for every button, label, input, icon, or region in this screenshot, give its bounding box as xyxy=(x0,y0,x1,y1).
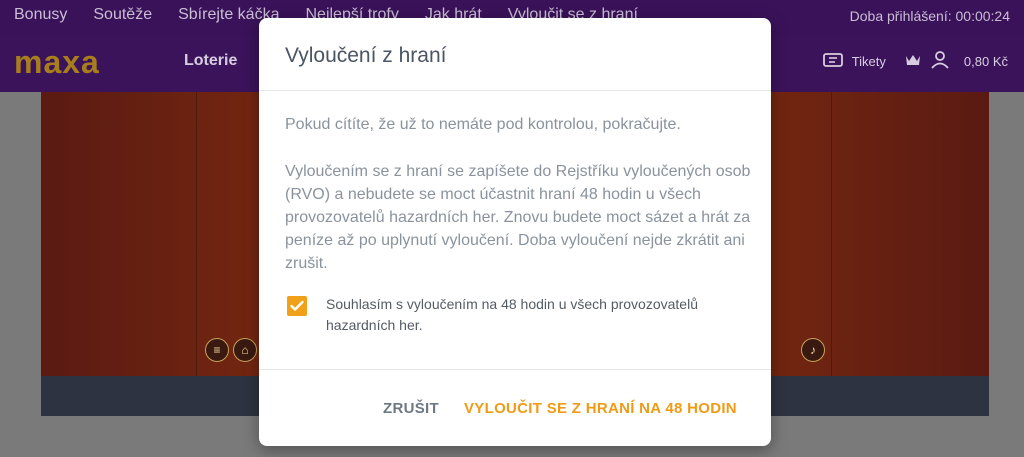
exclusion-dialog: Vyloučení z hraní Pokud cítíte, že už to… xyxy=(259,18,771,446)
game-divider xyxy=(196,92,197,376)
crown-icon[interactable] xyxy=(904,52,922,71)
ticket-icon[interactable] xyxy=(822,51,844,72)
login-time: Doba přihlášení: 00:00:24 xyxy=(849,8,1010,24)
logo[interactable]: maxa xyxy=(14,44,100,81)
user-icon[interactable] xyxy=(930,51,950,72)
dialog-footer-divider xyxy=(259,369,771,370)
confirm-exclusion-button[interactable]: VYLOUČIT SE Z HRANÍ NA 48 HODIN xyxy=(464,400,737,417)
header-tools: Tikety 0,80 Kč xyxy=(822,51,1008,72)
game-divider xyxy=(831,92,832,376)
menu-item-loterie[interactable]: Loterie xyxy=(184,52,237,70)
balance: 0,80 Kč xyxy=(963,54,1008,69)
dialog-intro-text: Pokud cítíte, že už to nemáte pod kontro… xyxy=(285,116,681,133)
game-menu-icon[interactable]: ≡ xyxy=(205,338,229,362)
dialog-divider xyxy=(259,90,771,91)
checkmark-icon xyxy=(290,300,304,311)
top-nav-item-souteze[interactable]: Soutěže xyxy=(93,6,152,24)
consent-label[interactable]: Souhlasím s vyloučením na 48 hodin u vše… xyxy=(326,294,746,336)
consent-row[interactable]: Souhlasím s vyloučením na 48 hodin u vše… xyxy=(287,294,747,336)
game-sound-icon[interactable]: ♪ xyxy=(801,338,825,362)
cancel-button[interactable]: ZRUŠIT xyxy=(383,400,439,417)
dialog-title: Vyloučení z hraní xyxy=(285,44,447,67)
dialog-body-text: Vyloučením se z hraní se zapíšete do Rej… xyxy=(285,163,751,272)
consent-checkbox[interactable] xyxy=(287,296,307,316)
game-home-icon[interactable]: ⌂ xyxy=(233,338,257,362)
top-nav-item-bonusy[interactable]: Bonusy xyxy=(14,6,67,24)
tickets-label[interactable]: Tikety xyxy=(852,54,886,69)
